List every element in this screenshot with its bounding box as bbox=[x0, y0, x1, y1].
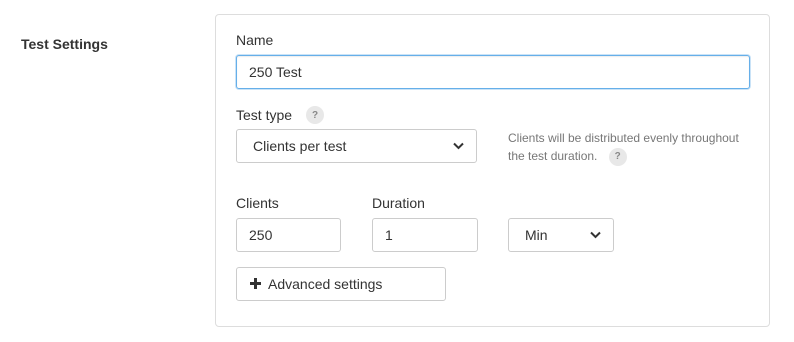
section-title: Test Settings bbox=[21, 36, 108, 52]
duration-unit-select[interactable]: Min bbox=[508, 218, 614, 252]
advanced-settings-button[interactable]: Advanced settings bbox=[236, 267, 446, 301]
clients-input[interactable]: 250 bbox=[236, 218, 341, 252]
chevron-down-icon bbox=[452, 140, 464, 152]
test-type-hint: Clients will be distributed evenly throu… bbox=[508, 129, 748, 166]
test-type-help-icon[interactable]: ? bbox=[306, 106, 324, 124]
duration-input-value: 1 bbox=[385, 227, 393, 243]
hint-help-icon[interactable]: ? bbox=[608, 147, 627, 166]
test-type-selected-value: Clients per test bbox=[253, 138, 347, 154]
plus-icon bbox=[249, 275, 262, 293]
duration-label: Duration bbox=[372, 195, 425, 211]
chevron-down-icon bbox=[589, 229, 601, 241]
name-input-value: 250 Test bbox=[249, 64, 302, 80]
name-label: Name bbox=[236, 32, 274, 48]
clients-input-value: 250 bbox=[249, 227, 273, 243]
test-type-select[interactable]: Clients per test bbox=[236, 129, 477, 163]
duration-input[interactable]: 1 bbox=[372, 218, 478, 252]
duration-unit-selected-value: Min bbox=[525, 227, 548, 243]
test-type-label: Test type bbox=[236, 107, 293, 123]
test-settings-panel: Name 250 Test Test type ? Clients per te… bbox=[215, 14, 770, 327]
name-input[interactable]: 250 Test bbox=[236, 55, 750, 89]
advanced-settings-label: Advanced settings bbox=[268, 276, 383, 292]
clients-label: Clients bbox=[236, 195, 279, 211]
